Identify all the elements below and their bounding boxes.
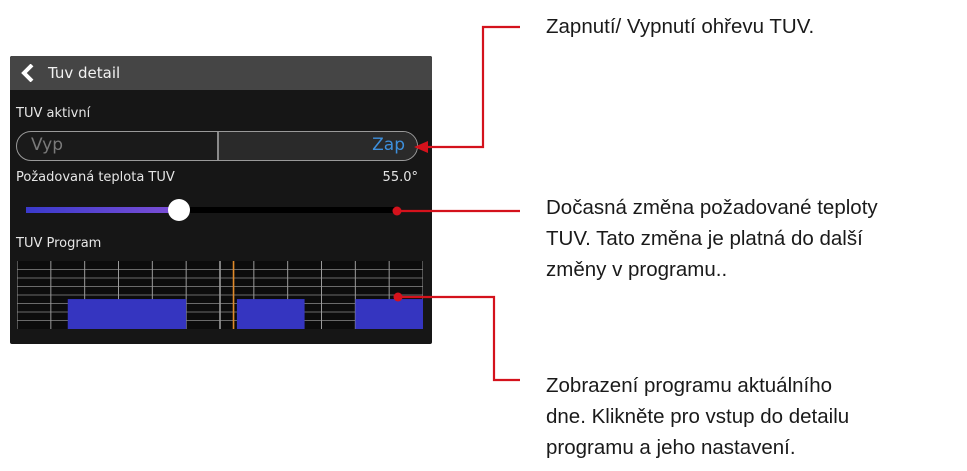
callout-line-program <box>400 295 520 382</box>
callout-dot-program <box>393 292 403 302</box>
annotation-slider: Dočasná změna požadované teploty TUV. Ta… <box>546 196 878 281</box>
callout-dot-slider <box>392 206 402 216</box>
callout-line-toggle <box>426 25 520 149</box>
annotation-program: Zobrazení programu aktuálního dne. Klikn… <box>546 374 850 459</box>
callout-arrow-toggle <box>414 141 428 153</box>
annotation-toggle: Zapnutí/ Vypnutí ohřevu TUV. <box>546 15 815 38</box>
